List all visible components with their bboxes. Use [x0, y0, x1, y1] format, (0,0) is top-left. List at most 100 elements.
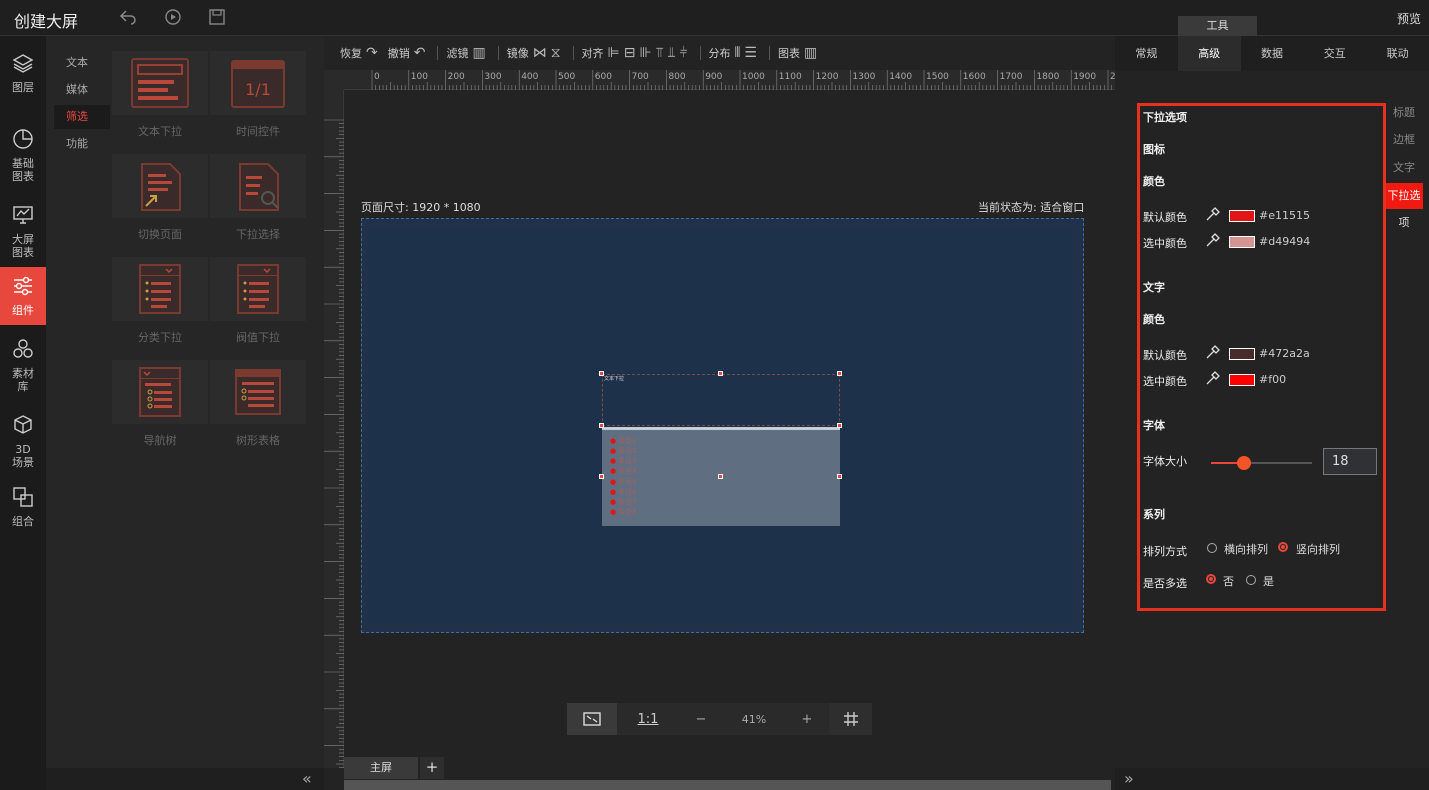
align-button[interactable]: 对齐 ⊫ ⊟ ⊪ ⫪ ⫫ ⫩	[582, 45, 688, 61]
radio-multi-no-label[interactable]: 否	[1223, 573, 1234, 589]
filter-button[interactable]: 滤镜 ▥	[446, 45, 485, 61]
list-item[interactable]: 条目6	[610, 487, 636, 497]
card-switch-page[interactable]: 切换页面	[112, 154, 208, 242]
align-middle-icon: ⫫	[667, 45, 676, 61]
nav-screen-charts[interactable]: 大屏 图表	[0, 204, 46, 260]
expand-right-icon[interactable]: »	[1124, 769, 1134, 788]
redo-button[interactable]: 恢复 ↷	[340, 45, 378, 61]
eyedropper-icon[interactable]	[1205, 232, 1221, 252]
tab-advanced[interactable]: 高级	[1177, 36, 1241, 71]
font-size-input[interactable]: 18	[1323, 448, 1377, 475]
resize-handle[interactable]	[718, 474, 723, 479]
resize-handle[interactable]	[599, 371, 604, 376]
list-item[interactable]: 条目5	[610, 477, 636, 487]
back-icon[interactable]	[118, 7, 138, 32]
card-category-dropdown[interactable]: 分类下拉	[112, 257, 208, 345]
resize-handle[interactable]	[837, 474, 842, 479]
list-item[interactable]: 条目4	[610, 466, 636, 476]
grid-toggle-button[interactable]	[829, 703, 872, 735]
list-item[interactable]: 条目2	[610, 446, 636, 456]
play-icon[interactable]	[164, 8, 182, 31]
nav-layers[interactable]: 图层	[0, 52, 46, 102]
subnav-function[interactable]: 功能	[54, 132, 110, 156]
radio-multi-yes-label[interactable]: 是	[1263, 573, 1274, 589]
category-dropdown-icon	[112, 257, 208, 321]
tab-data[interactable]: 数据	[1241, 36, 1304, 71]
resize-handle[interactable]	[599, 423, 604, 428]
undo-button[interactable]: 撤销 ↶	[388, 45, 426, 61]
text-selected-color-swatch[interactable]	[1229, 374, 1255, 386]
card-text-dropdown[interactable]: 文本下拉	[112, 51, 208, 139]
mirror-button[interactable]: 镜像 ⋈ ⧖	[507, 45, 561, 61]
list-item[interactable]: 条目1	[610, 436, 636, 446]
nav-combine[interactable]: 组合	[0, 486, 46, 530]
list-item[interactable]: 条目7	[610, 497, 636, 507]
chart-button[interactable]: 图表 ▥	[778, 45, 817, 61]
tools-tab[interactable]: 工具	[1178, 16, 1257, 36]
add-tab-button[interactable]: +	[420, 757, 444, 779]
icon-default-color-swatch[interactable]	[1229, 210, 1255, 222]
icon-default-color-label: 默认颜色	[1143, 211, 1187, 224]
card-tree-table[interactable]: 树形表格	[210, 360, 306, 448]
nav-3d-scene[interactable]: 3D 场景	[0, 414, 46, 470]
side-tab-text[interactable]: 文字	[1385, 155, 1423, 181]
resize-handle[interactable]	[599, 474, 604, 479]
text-default-color-swatch[interactable]	[1229, 348, 1255, 360]
preview-button[interactable]: 预览	[1397, 10, 1421, 27]
eyedropper-icon[interactable]	[1205, 344, 1221, 364]
eyedropper-icon[interactable]	[1205, 206, 1221, 226]
side-tab-title[interactable]: 标题	[1385, 100, 1423, 126]
ruler-label: 500	[558, 72, 575, 82]
radio-vertical-label[interactable]: 竖向排列	[1296, 541, 1340, 557]
horizontal-scrollbar[interactable]	[344, 780, 1111, 790]
card-threshold-dropdown[interactable]: 阀值下拉	[210, 257, 306, 345]
card-time-control[interactable]: 1/1 时间控件	[210, 51, 306, 139]
right-bottom-bar: »	[1115, 768, 1429, 790]
sliders-icon	[0, 275, 46, 302]
tab-interaction[interactable]: 交互	[1303, 36, 1366, 71]
dropdown-widget[interactable]: 文本下拉	[602, 374, 840, 426]
resize-handle[interactable]	[718, 371, 723, 376]
list-item[interactable]: 条目8	[610, 507, 636, 517]
icon-label: 图标	[1143, 143, 1165, 156]
radio-horizontal[interactable]	[1207, 543, 1217, 553]
zoom-out-button[interactable]: −	[679, 703, 723, 735]
distribute-button[interactable]: 分布 ⫴ ☰	[709, 45, 757, 61]
radio-horizontal-label[interactable]: 横向排列	[1224, 541, 1268, 557]
subnav-filter[interactable]: 筛选	[54, 105, 110, 129]
layers-icon	[0, 52, 46, 79]
save-icon[interactable]	[208, 8, 226, 31]
side-tab-item[interactable]: 项	[1385, 210, 1423, 236]
widget-title: 文本下拉	[604, 376, 625, 382]
icon-selected-color-swatch[interactable]	[1229, 236, 1255, 248]
list-item[interactable]: 条目3	[610, 456, 636, 466]
tab-linkage[interactable]: 联动	[1366, 36, 1429, 71]
ruler-label: 0	[374, 72, 380, 82]
zoom-in-button[interactable]: +	[785, 703, 829, 735]
nav-materials[interactable]: 素材 库	[0, 338, 46, 394]
redo-icon: ↷	[366, 45, 378, 61]
radio-vertical[interactable]	[1278, 542, 1288, 552]
tab-main-screen[interactable]: 主屏	[344, 757, 418, 779]
page-size-label: 页面尺寸: 1920 * 1080	[361, 201, 481, 214]
side-tab-dropdown[interactable]: 下拉选	[1385, 183, 1423, 209]
subnav-text[interactable]: 文本	[54, 51, 110, 75]
tab-general[interactable]: 常规	[1115, 36, 1178, 71]
nav-components[interactable]: 组件	[0, 267, 46, 325]
eyedropper-icon[interactable]	[1205, 370, 1221, 390]
resize-handle[interactable]	[837, 423, 842, 428]
side-tab-border[interactable]: 边框	[1385, 127, 1423, 153]
resize-handle[interactable]	[837, 371, 842, 376]
nav-layers-label: 图层	[12, 81, 34, 94]
collapse-left-icon[interactable]: «	[302, 769, 312, 788]
one-to-one-button[interactable]: 1:1	[617, 703, 679, 735]
nav-basic-charts[interactable]: 基础 图表	[0, 128, 46, 184]
card-nav-tree[interactable]: 导航树	[112, 360, 208, 448]
fit-screen-button[interactable]	[567, 703, 617, 735]
radio-multi-no[interactable]	[1206, 574, 1216, 584]
ruler-ticks	[324, 119, 344, 768]
radio-multi-yes[interactable]	[1246, 575, 1256, 585]
card-dropdown-select[interactable]: 下拉选择	[210, 154, 306, 242]
ruler-label: 800	[668, 72, 685, 82]
subnav-media[interactable]: 媒体	[54, 78, 110, 102]
